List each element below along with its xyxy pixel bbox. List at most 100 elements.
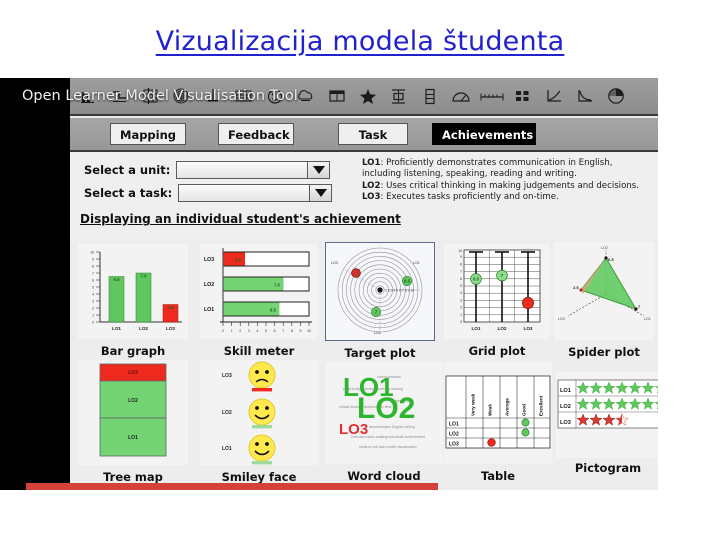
smiley-face-svg: LO3 LO2 LO1 (200, 360, 318, 465)
svg-text:LO1: LO1 (449, 422, 459, 428)
red-progress-bar (26, 483, 438, 490)
svg-text:LO3: LO3 (204, 257, 214, 263)
left-black-margin (0, 78, 70, 490)
box-plot-icon[interactable] (386, 83, 411, 109)
viz-spider-plot[interactable]: 6.5 7 2.5 LO2 LO1 LO3 Spider plot (552, 242, 656, 359)
svg-text:LO3: LO3 (524, 326, 533, 331)
svg-text:LO1: LO1 (644, 317, 651, 321)
tab-feedback[interactable]: Feedback (218, 123, 294, 145)
table-title: Table (480, 469, 516, 483)
svg-text:LO1: LO1 (413, 261, 420, 265)
table-col-good: Good (522, 404, 527, 416)
spider-plot-title: Spider plot (568, 345, 640, 359)
tree-map-title: Tree map (103, 470, 163, 484)
tab-mapping[interactable]: Mapping (110, 123, 186, 145)
lo2-text: Uses critical thinking in making judgeme… (386, 180, 639, 191)
svg-text:LO3: LO3 (128, 370, 138, 376)
svg-text:LO1: LO1 (204, 307, 214, 313)
svg-text:7.0: 7.0 (274, 283, 281, 288)
svg-text:6: 6 (460, 277, 462, 281)
viz-target-plot[interactable]: 6.5 7 1 2 3 4 5 6 7 8 9 10 LO1 LO3 LO2 Tar… (323, 242, 437, 360)
tab-achievements[interactable]: Achievements (432, 123, 536, 145)
svg-text:6.5: 6.5 (113, 277, 120, 282)
skill-meter-title: Skill meter (223, 344, 295, 358)
task-select[interactable] (178, 184, 333, 202)
svg-text:6.5: 6.5 (608, 257, 614, 262)
slide-bottom-area (0, 490, 720, 540)
stacked-bar-icon[interactable] (417, 83, 442, 109)
viz-skill-meter[interactable]: LO3 LO2 LO1 2.5 7.0 6.5 0 1 2 3 4 5 6 7 … (198, 244, 320, 358)
svg-text:student unit task model vi: student unit task model visualisation (359, 445, 417, 449)
viz-bar-graph[interactable]: 0 1 2 3 4 5 6 7 8 9 10 6.5 7.0 2.5 LO1 LO2 LO3 Ba… (74, 244, 192, 358)
svg-text:8: 8 (460, 262, 462, 266)
pictogram-svg: LO1 LO2 LO3 (556, 372, 658, 458)
viz-table[interactable]: Very weak Weak Average Good Excellent LO… (442, 362, 554, 483)
svg-text:3: 3 (92, 300, 94, 304)
lo3-code: LO3 (362, 192, 381, 203)
tab-bar: Mapping Feedback Task List Achievements (70, 118, 658, 164)
svg-text:demonstrates English writing: demonstrates English writing (369, 425, 415, 429)
gauge-icon[interactable] (448, 83, 473, 109)
unit-select[interactable] (176, 161, 331, 179)
chevron-down-icon[interactable] (307, 162, 330, 178)
target-plot-svg: 6.5 7 1 2 3 4 5 6 7 8 9 10 LO1LO3LO2 (325, 242, 435, 341)
unit-selector-row: Select a unit: (84, 161, 331, 179)
svg-text:2.5: 2.5 (235, 258, 242, 263)
word-lo3: LO3 (339, 421, 368, 438)
star-icon[interactable] (355, 83, 380, 109)
svg-text:2: 2 (239, 329, 241, 333)
lo1-code: LO1 (362, 158, 381, 168)
svg-text:8: 8 (92, 265, 94, 269)
svg-text:0: 0 (222, 329, 224, 333)
viz-pictogram[interactable]: LO1 LO2 LO3 Pictogram (556, 372, 658, 475)
visualisation-grid: 012 345 678 9 10 6.5 7.0 2.5 LO1 LO2 LO3 Ba… (70, 240, 658, 490)
svg-text:10: 10 (458, 249, 462, 253)
curve-chart-icon[interactable] (572, 83, 597, 109)
learning-objectives: LO1: Proficiently demonstrates communica… (362, 158, 652, 204)
svg-text:7: 7 (282, 329, 284, 333)
page-title: Vizualizacija modela študenta (155, 26, 565, 57)
svg-text:1: 1 (92, 314, 94, 318)
svg-text:9: 9 (460, 255, 462, 259)
pie-chart-icon[interactable] (603, 83, 628, 109)
unit-selector-label: Select a unit: (84, 163, 171, 177)
learning-objective-lo3: LO3: Executes tasks proficiently and on-… (362, 192, 559, 203)
svg-text:LO2: LO2 (139, 326, 148, 331)
viz-tree-map[interactable]: LO3 LO2 LO1 Tree map (74, 360, 192, 484)
tab-task-list[interactable]: Task List (338, 123, 408, 164)
svg-text:7: 7 (460, 270, 462, 274)
spider-plot-svg: 6.572.5 LO2LO1LO3 (554, 242, 654, 340)
svg-text:5: 5 (460, 284, 462, 288)
line-chart-icon[interactable] (541, 83, 566, 109)
svg-text:LO1: LO1 (222, 446, 232, 452)
lo2-code: LO2 (362, 180, 381, 191)
smiley-face-title: Smiley face (221, 470, 297, 484)
svg-text:LO3: LO3 (560, 420, 571, 426)
table-col-weak: Weak (488, 404, 493, 416)
svg-text:6.5: 6.5 (270, 308, 277, 313)
lo1-text: Proficiently demonstrates communication … (362, 158, 613, 180)
chevron-down-icon[interactable] (309, 185, 332, 201)
svg-text:LO2: LO2 (204, 282, 214, 288)
learning-objective-lo2: LO2: Uses critical thinking in making ju… (362, 180, 639, 191)
viz-word-cloud[interactable]: communication proficiently listening spe… (324, 362, 444, 483)
svg-text:7: 7 (92, 272, 94, 276)
screenshot-frame: Open Learner Model Visualisation Tool Ma… (0, 78, 658, 490)
viz-grid-plot[interactable]: 6.5 7 012 345 678 9 10 LO1 LO2 LO3 Grid plo… (442, 244, 552, 358)
bar-graph-title: Bar graph (100, 344, 166, 358)
task-selector-row: Select a task: (84, 184, 333, 202)
pictogram-grid-icon[interactable] (510, 83, 535, 109)
svg-text:1 2 3 4 5 6 7 8 9 10: 1 2 3 4 5 6 7 8 9 10 (385, 289, 414, 293)
viz-smiley-face[interactable]: LO3 LO2 LO1 Smiley face (198, 360, 320, 484)
tree-map-icon[interactable] (324, 83, 349, 109)
svg-text:LO1: LO1 (472, 326, 481, 331)
table-col-excellent: Excellent (539, 395, 544, 416)
lo3-text: Executes tasks proficiently and on-time. (386, 192, 559, 203)
svg-text:6.5: 6.5 (473, 277, 480, 282)
svg-text:LO2: LO2 (560, 404, 571, 410)
svg-text:1: 1 (460, 313, 462, 317)
ruler-icon[interactable] (479, 83, 504, 109)
svg-text:6.5: 6.5 (404, 279, 411, 284)
svg-text:LO3: LO3 (166, 326, 175, 331)
svg-text:8: 8 (291, 329, 293, 333)
